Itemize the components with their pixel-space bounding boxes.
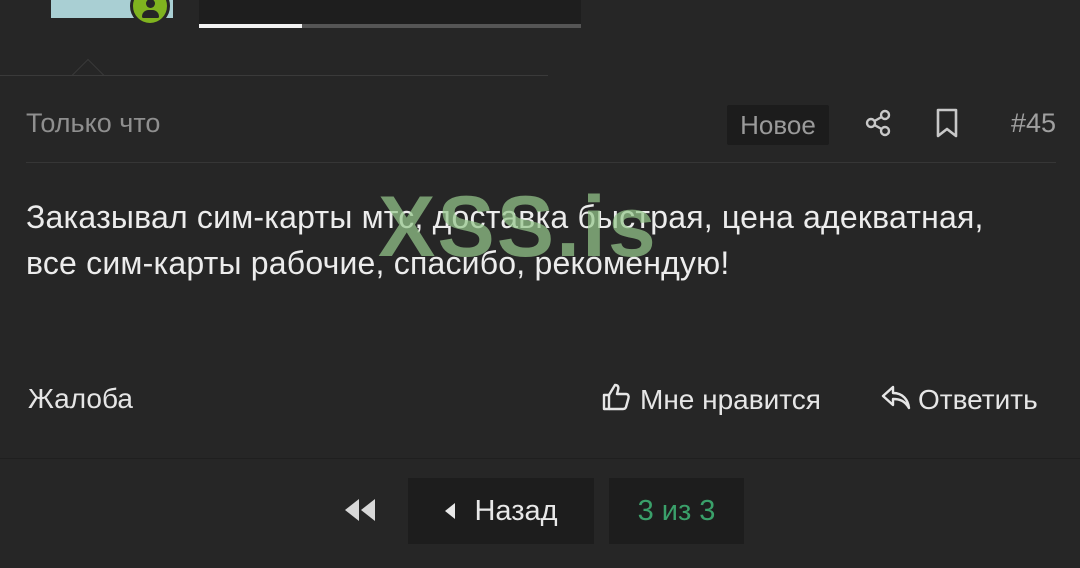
post-actions: Жалоба Мне нравится Ответить [26, 378, 1056, 422]
user-icon[interactable] [130, 0, 170, 26]
divider-notch [68, 55, 108, 76]
report-link[interactable]: Жалоба [28, 383, 133, 415]
section-divider [0, 75, 548, 76]
new-badge: Новое [727, 105, 829, 145]
pagination-divider [0, 458, 1080, 459]
reply-label: Ответить [918, 384, 1038, 415]
media-player[interactable] [199, 0, 581, 28]
double-left-icon[interactable] [338, 492, 382, 528]
post-number-link[interactable]: #45 [1011, 108, 1056, 139]
post-time[interactable]: Только что [26, 108, 160, 139]
like-label: Мне нравится [640, 384, 821, 415]
user-icon-shoulders [142, 10, 159, 18]
media-progress-fill [199, 24, 303, 28]
bookmark-icon[interactable] [930, 106, 964, 140]
like-button[interactable]: Мне нравится [600, 380, 821, 420]
previous-post-author-area [0, 0, 1080, 76]
thumbs-up-icon [600, 381, 632, 420]
media-progress-track[interactable] [199, 24, 581, 28]
thread-page: Только что Новое #45 Заказывал сим-карты… [0, 0, 1080, 568]
header-divider [26, 162, 1056, 163]
pagination: Назад 3 из 3 [0, 476, 1080, 546]
share-icon[interactable] [861, 106, 895, 140]
user-icon-head [146, 0, 155, 8]
caret-left-icon [444, 495, 456, 528]
page-indicator[interactable]: 3 из 3 [609, 478, 744, 544]
reply-arrow-icon [880, 381, 912, 420]
reply-button[interactable]: Ответить [880, 380, 1038, 420]
prev-page-label: Назад [474, 494, 558, 527]
post-header: Только что Новое #45 [26, 100, 1056, 146]
post-message: Заказывал сим-карты мтс, доставка быстра… [26, 199, 984, 281]
prev-page-button[interactable]: Назад [408, 478, 594, 544]
